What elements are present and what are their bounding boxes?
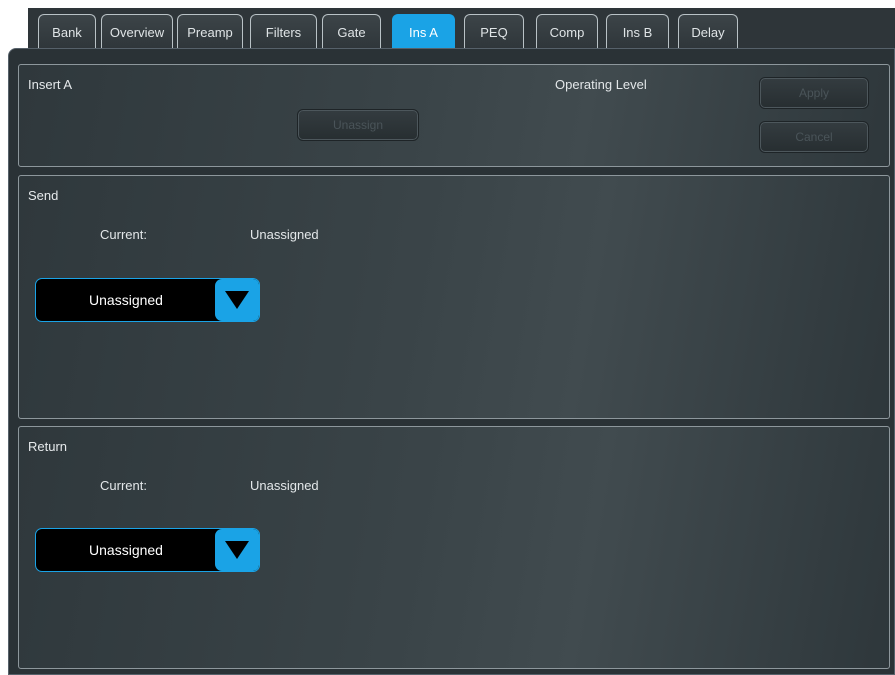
- return-current-value: Unassigned: [250, 478, 319, 493]
- return-panel: Return Current: Unassigned Unassigned: [18, 426, 890, 669]
- send-dropdown-value: Unassigned: [89, 292, 163, 308]
- send-panel: Send Current: Unassigned Unassigned: [18, 175, 890, 419]
- return-dropdown-toggle[interactable]: [215, 529, 259, 571]
- return-dropdown-value: Unassigned: [89, 542, 163, 558]
- tab-bar: Bank Overview Preamp Filters Gate Ins A …: [28, 8, 895, 54]
- insert-panel: Insert A Operating Level Unassign Apply …: [18, 64, 890, 167]
- app-frame: Bank Overview Preamp Filters Gate Ins A …: [0, 0, 895, 675]
- chevron-down-icon: [225, 291, 249, 309]
- cancel-button[interactable]: Cancel: [759, 121, 869, 153]
- panel-title-return: Return: [28, 439, 68, 454]
- chevron-down-icon: [225, 541, 249, 559]
- return-dropdown[interactable]: Unassigned: [35, 528, 260, 572]
- panel-title-send: Send: [28, 188, 59, 203]
- send-current-label: Current:: [100, 227, 147, 242]
- send-dropdown-toggle[interactable]: [215, 279, 259, 321]
- apply-button[interactable]: Apply: [759, 77, 869, 109]
- panel-title-insert: Insert A: [28, 77, 73, 92]
- unassign-button[interactable]: Unassign: [297, 109, 419, 141]
- return-current-label: Current:: [100, 478, 147, 493]
- send-dropdown[interactable]: Unassigned: [35, 278, 260, 322]
- send-current-value: Unassigned: [250, 227, 319, 242]
- operating-level-label: Operating Level: [555, 77, 647, 92]
